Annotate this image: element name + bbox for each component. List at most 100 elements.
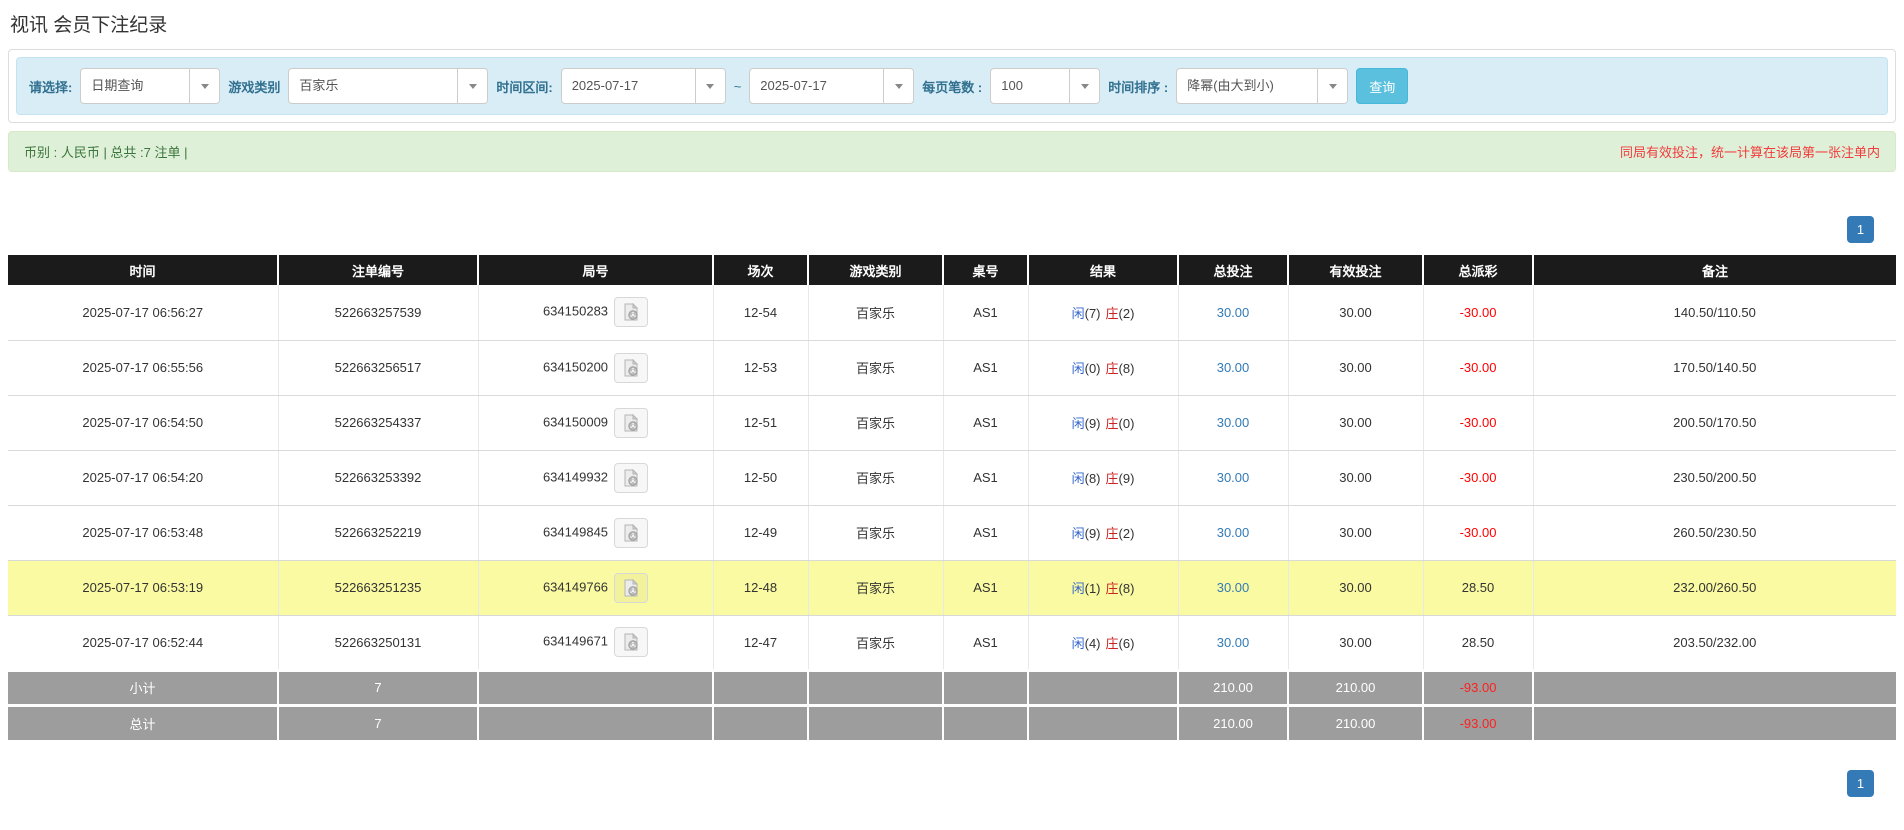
video-replay-button[interactable] [614, 408, 648, 438]
player-result-label: 闲 [1072, 361, 1085, 376]
chevron-down-icon [695, 69, 725, 103]
banker-result-label: 庄 [1106, 471, 1119, 486]
filter-bar: 请选择: 日期查询 游戏类别 百家乐 时间区间: 2025-07-17 ~ 20… [16, 57, 1888, 115]
cell-result: 闲(4)庄(6) [1028, 615, 1178, 670]
total-empty-result [1028, 705, 1178, 740]
cell-payout: 28.50 [1423, 615, 1533, 670]
cell-game: 百家乐 [808, 285, 943, 340]
video-replay-button[interactable] [614, 463, 648, 493]
chevron-down-icon [1069, 69, 1099, 103]
query-type-select[interactable]: 日期查询 [80, 68, 220, 104]
cell-note: 230.50/200.50 [1533, 450, 1896, 505]
time-sort-select[interactable]: 降幂(由大到小) [1176, 68, 1348, 104]
cell-table-no: AS1 [943, 560, 1028, 615]
cell-round-id: 634149766 [478, 560, 713, 615]
col-header-note: 备注 [1533, 255, 1896, 285]
banker-result-value: (9) [1119, 471, 1135, 486]
date-from-select[interactable]: 2025-07-17 [561, 68, 726, 104]
banker-result-label: 庄 [1106, 581, 1119, 596]
total-label: 总计 [8, 705, 278, 740]
page-1-button[interactable]: 1 [1847, 216, 1874, 243]
video-icon [622, 524, 640, 542]
table-row: 2025-07-17 06:54:20 522663253392 6341499… [8, 450, 1896, 505]
cell-round-id: 634149671 [478, 615, 713, 670]
cell-result: 闲(1)庄(8) [1028, 560, 1178, 615]
total-total-bet: 210.00 [1178, 705, 1288, 740]
col-header-time: 时间 [8, 255, 278, 285]
player-result-value: (1) [1085, 581, 1101, 596]
banker-result-value: (8) [1119, 581, 1135, 596]
cell-session: 12-50 [713, 450, 808, 505]
search-button[interactable]: 查询 [1356, 68, 1408, 104]
cell-round-id: 634149845 [478, 505, 713, 560]
cell-table-no: AS1 [943, 340, 1028, 395]
player-result-value: (8) [1085, 471, 1101, 486]
total-empty-table [943, 705, 1028, 740]
game-category-select[interactable]: 百家乐 [288, 68, 488, 104]
date-to-value: 2025-07-17 [750, 69, 883, 103]
banker-result-value: (8) [1119, 361, 1135, 376]
player-result-label: 闲 [1072, 636, 1085, 651]
cell-total-bet-link[interactable]: 30.00 [1178, 285, 1288, 340]
cell-session: 12-48 [713, 560, 808, 615]
cell-round-id: 634150283 [478, 285, 713, 340]
cell-total-bet-link[interactable]: 30.00 [1178, 450, 1288, 505]
col-header-total-bet: 总投注 [1178, 255, 1288, 285]
banker-result-value: (6) [1119, 636, 1135, 651]
cell-total-bet-link[interactable]: 30.00 [1178, 560, 1288, 615]
cell-time: 2025-07-17 06:56:27 [8, 285, 278, 340]
round-id-text: 634150009 [543, 414, 608, 429]
video-replay-button[interactable] [614, 627, 648, 657]
subtotal-empty-session [713, 670, 808, 705]
query-type-label: 请选择: [29, 77, 72, 96]
cell-bet-id: 522663252219 [278, 505, 478, 560]
round-id-text: 634150200 [543, 359, 608, 374]
date-to-select[interactable]: 2025-07-17 [749, 68, 914, 104]
video-replay-button[interactable] [614, 297, 648, 327]
chevron-down-icon [883, 69, 913, 103]
cell-total-bet-link[interactable]: 30.00 [1178, 505, 1288, 560]
banker-result-value: (2) [1119, 306, 1135, 321]
col-header-table-no: 桌号 [943, 255, 1028, 285]
game-category-label: 游戏类别 [228, 77, 280, 96]
cell-payout: -30.00 [1423, 285, 1533, 340]
player-result-value: (7) [1085, 306, 1101, 321]
page-title: 视讯 会员下注纪录 [10, 10, 1904, 37]
cell-time: 2025-07-17 06:54:50 [8, 395, 278, 450]
player-result-value: (9) [1085, 416, 1101, 431]
col-header-session: 场次 [713, 255, 808, 285]
cell-note: 260.50/230.50 [1533, 505, 1896, 560]
subtotal-valid-bet: 210.00 [1288, 670, 1423, 705]
summary-bar: 币别 : 人民币 | 总共 :7 注单 | 同局有效投注，统一计算在该局第一张注… [8, 131, 1896, 172]
table-row: 2025-07-17 06:52:44 522663250131 6341496… [8, 615, 1896, 670]
subtotal-empty-table [943, 670, 1028, 705]
page-1-button[interactable]: 1 [1847, 770, 1874, 797]
cell-result: 闲(0)庄(8) [1028, 340, 1178, 395]
cell-total-bet-link[interactable]: 30.00 [1178, 395, 1288, 450]
date-from-value: 2025-07-17 [562, 69, 695, 103]
round-id-text: 634149845 [543, 524, 608, 539]
page-size-select[interactable]: 100 [990, 68, 1100, 104]
table-row: 2025-07-17 06:56:27 522663257539 6341502… [8, 285, 1896, 340]
date-range-separator: ~ [734, 79, 742, 94]
cell-valid-bet: 30.00 [1288, 285, 1423, 340]
total-count: 7 [278, 705, 478, 740]
cell-total-bet-link[interactable]: 30.00 [1178, 615, 1288, 670]
time-sort-label: 时间排序 : [1108, 77, 1168, 96]
cell-time: 2025-07-17 06:53:19 [8, 560, 278, 615]
time-range-label: 时间区间: [496, 77, 552, 96]
subtotal-row: 小计 7 210.00 210.00 -93.00 [8, 670, 1896, 705]
cell-valid-bet: 30.00 [1288, 505, 1423, 560]
cell-total-bet-link[interactable]: 30.00 [1178, 340, 1288, 395]
video-replay-button[interactable] [614, 353, 648, 383]
cell-table-no: AS1 [943, 505, 1028, 560]
video-replay-button[interactable] [614, 518, 648, 548]
cell-table-no: AS1 [943, 395, 1028, 450]
cell-game: 百家乐 [808, 340, 943, 395]
cell-round-id: 634150200 [478, 340, 713, 395]
video-replay-button[interactable] [614, 573, 648, 603]
cell-result: 闲(9)庄(0) [1028, 395, 1178, 450]
cell-game: 百家乐 [808, 505, 943, 560]
player-result-label: 闲 [1072, 471, 1085, 486]
banker-result-value: (2) [1119, 526, 1135, 541]
